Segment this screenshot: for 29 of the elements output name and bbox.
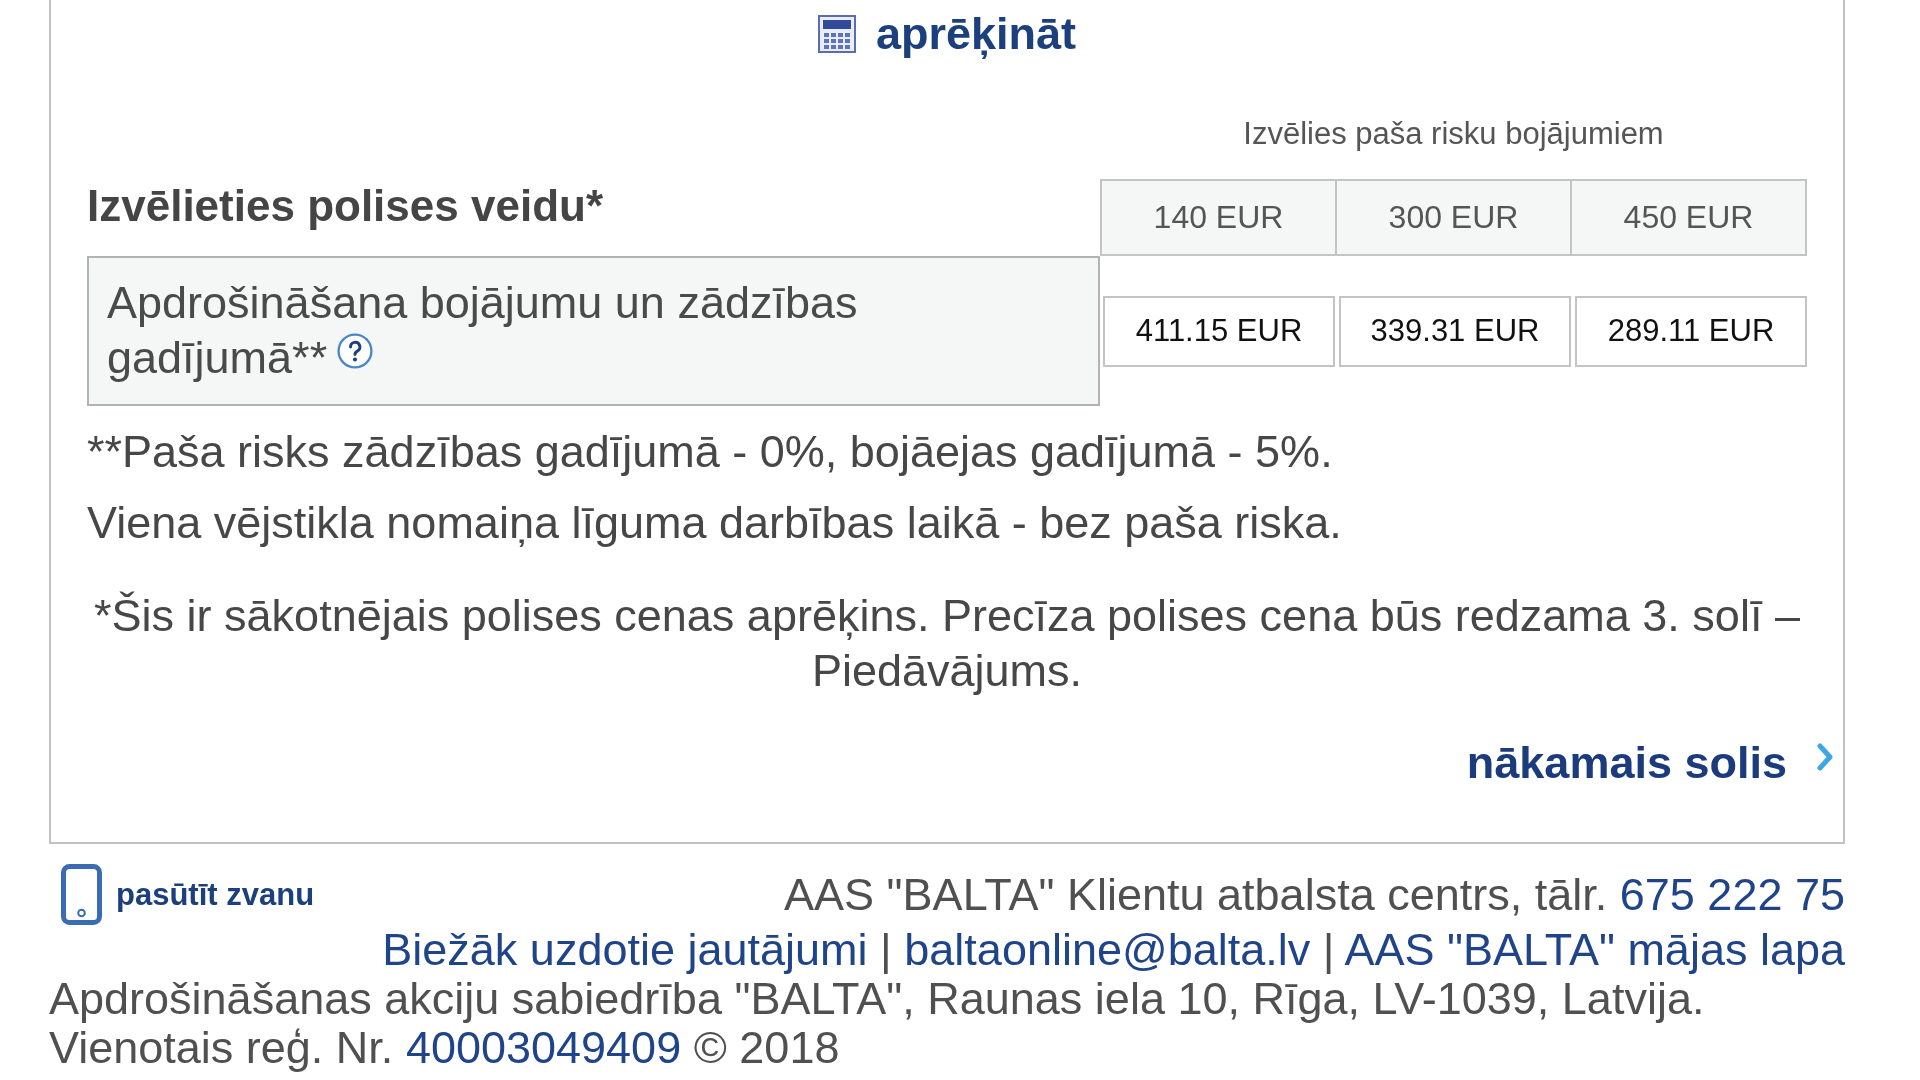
deductible-header-cell: 450 EUR (1570, 181, 1805, 254)
price-option[interactable]: 289.11 EUR (1575, 295, 1807, 367)
policy-type-name: gadījumā** (107, 331, 328, 385)
note-text: **Paša risks zādzības gadījumā - 0%, bojāejas gadījumā - 5%. (87, 428, 1334, 476)
footer-links-text: Biežāk uzdotie jautājumi | baltaonline@balta.lv | AAS "BALTA" mājas lapa (381, 925, 1845, 974)
price-option[interactable]: 411.15 EUR (1103, 295, 1335, 367)
chevron-right-icon (1817, 742, 1833, 771)
deductible-caption: Izvēlies paša risku bojājumiem (1243, 116, 1664, 153)
phone-icon (61, 864, 102, 925)
calculator-icon (817, 15, 856, 53)
footer-link[interactable]: Biežāk uzdotie jautājumi (382, 924, 868, 975)
address-text: Apdrošināšanas akciju sabiedrība "BALTA", Raunas iela 10, Rīga, LV-1039, Latvija. (49, 974, 1705, 1023)
registration-text: Vienotais reģ. Nr. 40003049409 © 2018 (49, 1023, 841, 1072)
section-title: aprēķināt (875, 8, 1077, 60)
policy-type-name: Apdrošināšana bojājumu un zādzības (107, 276, 858, 330)
deductible-header-cell-text: 140 EUR (1152, 198, 1285, 237)
price-option[interactable]: 339.31 EUR (1339, 295, 1571, 367)
deductible-header-cell: 300 EUR (1335, 181, 1570, 254)
registration-number-link[interactable]: 40003049409 (405, 1022, 682, 1073)
contact-text: AAS "BALTA" Klientu atbalsta centrs, tālr. 675 222 75 (784, 870, 1845, 919)
footer-link[interactable]: baltaonline@balta.lv (904, 924, 1311, 975)
call-request-link[interactable]: pasūtīt zvanu (49, 864, 315, 925)
help-icon[interactable] (337, 332, 374, 369)
note-text: Viena vējstikla nomaiņa līguma darbības laikā - bez paša riska. (87, 499, 1343, 547)
disclaimer-text: *Šis ir sākotnējais polises cenas aprēķins. Precīza polises cena būs redzama 3. solī – Piedāvājums. (93, 589, 1801, 698)
policy-type-heading: Izvēlieties polises veidu* (87, 180, 603, 232)
next-step-button[interactable]: nākamais solis (1466, 736, 1833, 789)
phone-link[interactable]: 675 222 75 (1619, 869, 1845, 920)
footer-link[interactable]: AAS "BALTA" mājas lapa (1344, 924, 1845, 975)
